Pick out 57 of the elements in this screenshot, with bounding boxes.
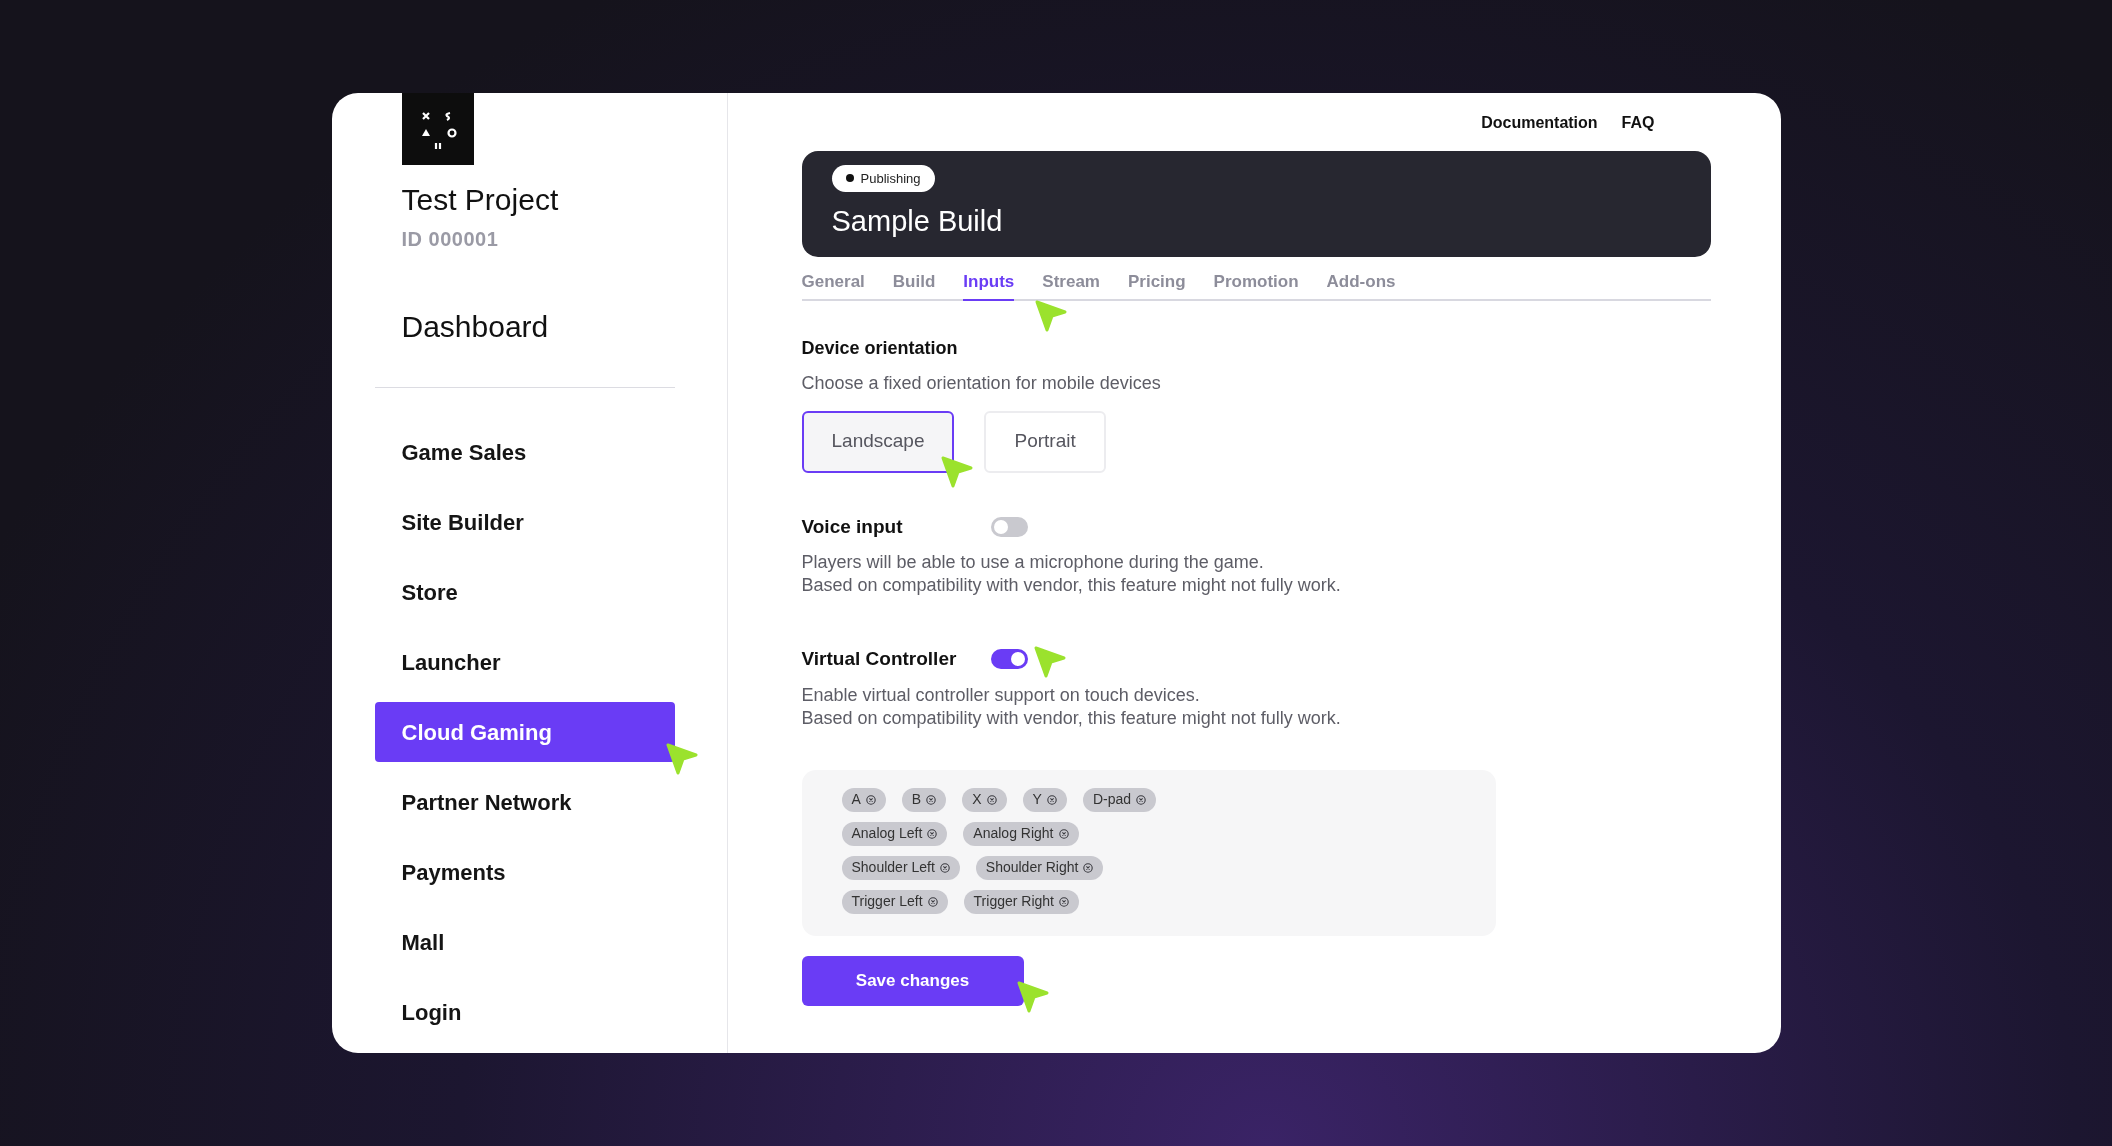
remove-icon[interactable] bbox=[986, 794, 997, 805]
tab[interactable]: Inputs bbox=[963, 269, 1015, 301]
tag-label: B bbox=[911, 790, 922, 809]
sidebar-item[interactable]: Mall bbox=[374, 912, 675, 972]
sidebar-item[interactable]: Site Builder bbox=[374, 492, 675, 552]
remove-icon[interactable] bbox=[927, 828, 938, 839]
remove-icon[interactable] bbox=[926, 794, 937, 805]
remove-icon[interactable] bbox=[927, 896, 938, 907]
cursor-arrow-icon bbox=[1015, 979, 1050, 1014]
remove-icon[interactable] bbox=[1046, 794, 1057, 805]
sidebar-item[interactable]: Cloud Gaming bbox=[374, 702, 675, 762]
tag-label: A bbox=[851, 790, 861, 809]
toggle-switch[interactable] bbox=[990, 649, 1028, 670]
setting-description: Players will be able to use a microphone during the game. bbox=[801, 551, 1265, 574]
sidebar-item[interactable]: Store bbox=[374, 562, 675, 622]
sidebar-item[interactable]: Partner Network bbox=[374, 772, 675, 832]
build-title: Sample Build bbox=[831, 203, 1004, 239]
project-name: Test Project bbox=[400, 182, 560, 218]
setting-description: Based on compatibility with vendor, this feature might not fully work. bbox=[801, 574, 1342, 597]
top-link[interactable]: FAQ bbox=[1621, 111, 1655, 135]
setting-description: Enable virtual controller support on touch devices. bbox=[801, 683, 1201, 707]
remove-icon[interactable] bbox=[1083, 862, 1094, 873]
setting-label: Voice input bbox=[801, 514, 904, 539]
section-title: Device orientation bbox=[801, 336, 959, 360]
orientation-option[interactable]: Portrait bbox=[984, 410, 1106, 473]
remove-icon[interactable] bbox=[1058, 828, 1069, 839]
remove-icon[interactable] bbox=[939, 862, 950, 873]
tag-label: D-pad bbox=[1092, 790, 1131, 809]
tag-label: X bbox=[972, 790, 982, 809]
orientation-option[interactable]: Landscape bbox=[801, 410, 955, 473]
tag-label: Trigger Left bbox=[851, 892, 923, 911]
remove-icon[interactable] bbox=[1059, 896, 1069, 907]
tag-label: Analog Left bbox=[851, 824, 923, 843]
sidebar-item[interactable]: Launcher bbox=[374, 632, 675, 692]
dashboard-heading: Dashboard bbox=[400, 309, 550, 345]
setting-label: Virtual Controller bbox=[801, 647, 958, 671]
tag-label: Shoulder Right bbox=[985, 858, 1079, 877]
cursor-arrow-icon bbox=[1032, 645, 1067, 680]
cursor-arrow-icon bbox=[1033, 299, 1068, 333]
sidebar-item[interactable]: Payments bbox=[374, 842, 675, 902]
remove-icon[interactable] bbox=[1136, 794, 1146, 805]
tag-label: Trigger Right bbox=[973, 892, 1054, 911]
toggle-switch[interactable] bbox=[990, 516, 1028, 537]
top-link[interactable]: Documentation bbox=[1481, 111, 1598, 135]
tag-label: Analog Right bbox=[973, 824, 1054, 843]
tag-label: Shoulder Left bbox=[851, 858, 935, 877]
cursor-arrow-icon bbox=[940, 454, 975, 489]
status-label: Publishing bbox=[860, 169, 921, 188]
section-description: Choose a fixed orientation for mobile devices bbox=[801, 371, 1162, 395]
setting-description: Based on compatibility with vendor, this feature might not fully work. bbox=[801, 706, 1342, 730]
tag-label: Y bbox=[1032, 790, 1042, 809]
project-id: ID 000001 bbox=[400, 227, 500, 252]
save-button[interactable]: Save changes bbox=[801, 955, 1024, 1006]
sidebar-item[interactable]: Login bbox=[374, 982, 675, 1042]
sidebar-item[interactable]: Game Sales bbox=[374, 422, 675, 482]
cursor-arrow-icon bbox=[664, 742, 699, 776]
remove-icon[interactable] bbox=[865, 794, 876, 805]
